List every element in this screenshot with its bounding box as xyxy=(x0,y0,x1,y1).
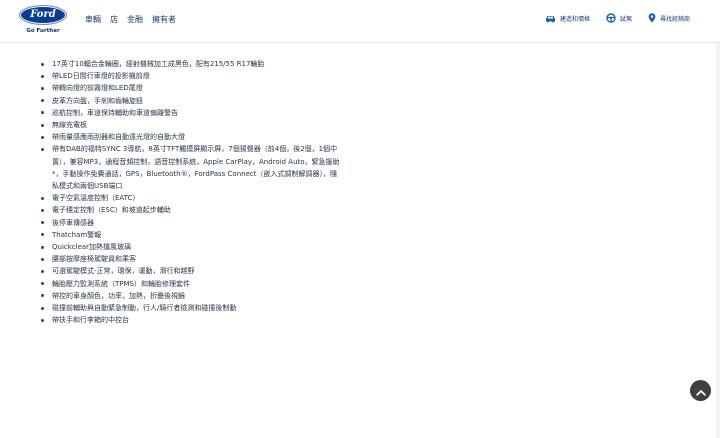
nav-item-owners[interactable]: 擁有者 xyxy=(152,14,176,26)
list-item: Quickclear加熱擋風玻璃 xyxy=(41,241,341,253)
list-item: 皮革方向盤，手剎和齒輪旋鈕 xyxy=(41,95,341,107)
car-price-icon xyxy=(545,14,556,23)
logo-wordmark: Ford xyxy=(30,9,56,20)
test-drive-link[interactable]: 試駕 xyxy=(606,13,632,23)
features-section: 17英寸10輻合金輪圈，經射機械加工成黑色，配有215/55 R17輪胎 帶LE… xyxy=(0,43,720,438)
list-item: 電子空氣溫度控制（EATC） xyxy=(41,192,341,204)
ford-logo[interactable]: Ford Go Further xyxy=(18,5,68,35)
list-item: 電子穩定控制（ESC）和坡道起步輔助 xyxy=(41,204,341,216)
page-scrollbar[interactable] xyxy=(716,43,720,438)
list-item: Thatcham警報 xyxy=(41,229,341,241)
list-item: 輪胎壓力監測系統（TPMS）和輪胎修理套件 xyxy=(41,278,341,290)
site-header: Ford Go Further 車輛 店 金融 擁有者 建造和價格 試駕 尋找經… xyxy=(0,0,720,43)
test-drive-label: 試駕 xyxy=(619,15,632,23)
nav-item-vehicles[interactable]: 車輛 xyxy=(85,14,101,26)
nav-item-shop[interactable]: 店 xyxy=(110,14,118,26)
list-item: 帶控的車身顏色，功率，加熱，折疊後視鏡 xyxy=(41,290,341,302)
build-and-price-link[interactable]: 建造和價格 xyxy=(545,13,590,23)
list-item: 可選駕駛模式-正常，環保，運動，滑行和越野 xyxy=(41,265,341,277)
list-item: 17英寸10輻合金輪圈，經射機械加工成黑色，配有215/55 R17輪胎 xyxy=(41,58,341,70)
steering-wheel-icon xyxy=(606,13,616,23)
list-item: 後停車傳感器 xyxy=(41,217,341,229)
logo-tagline: Go Further xyxy=(26,28,60,34)
list-item: 無線充電板 xyxy=(41,119,341,131)
feature-list: 17英寸10輻合金輪圈，經射機械加工成黑色，配有215/55 R17輪胎 帶LE… xyxy=(41,58,341,326)
location-pin-icon xyxy=(648,13,656,23)
list-item: 帶轉向燈的前霧燈和LED尾燈 xyxy=(41,82,341,94)
list-item: 腰部按摩座椅駕駛員和乘客 xyxy=(41,253,341,265)
find-dealer-link[interactable]: 尋找經銷商 xyxy=(648,13,690,23)
scroll-to-top-button[interactable] xyxy=(690,380,711,401)
list-item: 巡航控制，車道保持輔助和車道偏離警告 xyxy=(41,107,341,119)
list-item: 帶LED日間行車燈的投影機前燈 xyxy=(41,70,341,82)
main-nav: 車輛 店 金融 擁有者 xyxy=(85,14,176,26)
chevron-up-icon xyxy=(695,381,706,400)
list-item: 碰撞前輔助與自動緊急制動，行人/騎行者檢測和碰撞後制動 xyxy=(41,302,341,314)
list-item: 帶有DAB的福特SYNC 3導航，8英寸TFT觸摸屏顯示屏，7個揚聲器（前4個，… xyxy=(41,143,341,192)
utility-nav: 建造和價格 試駕 尋找經銷商 xyxy=(545,13,690,23)
build-and-price-label: 建造和價格 xyxy=(559,15,590,23)
list-item: 帶扶手和行李箱的中控台 xyxy=(41,314,341,326)
find-dealer-label: 尋找經銷商 xyxy=(659,15,690,23)
nav-item-finance[interactable]: 金融 xyxy=(127,14,143,26)
list-item: 帶雨量感應雨刮器和自動遠光燈的自動大燈 xyxy=(41,131,341,143)
